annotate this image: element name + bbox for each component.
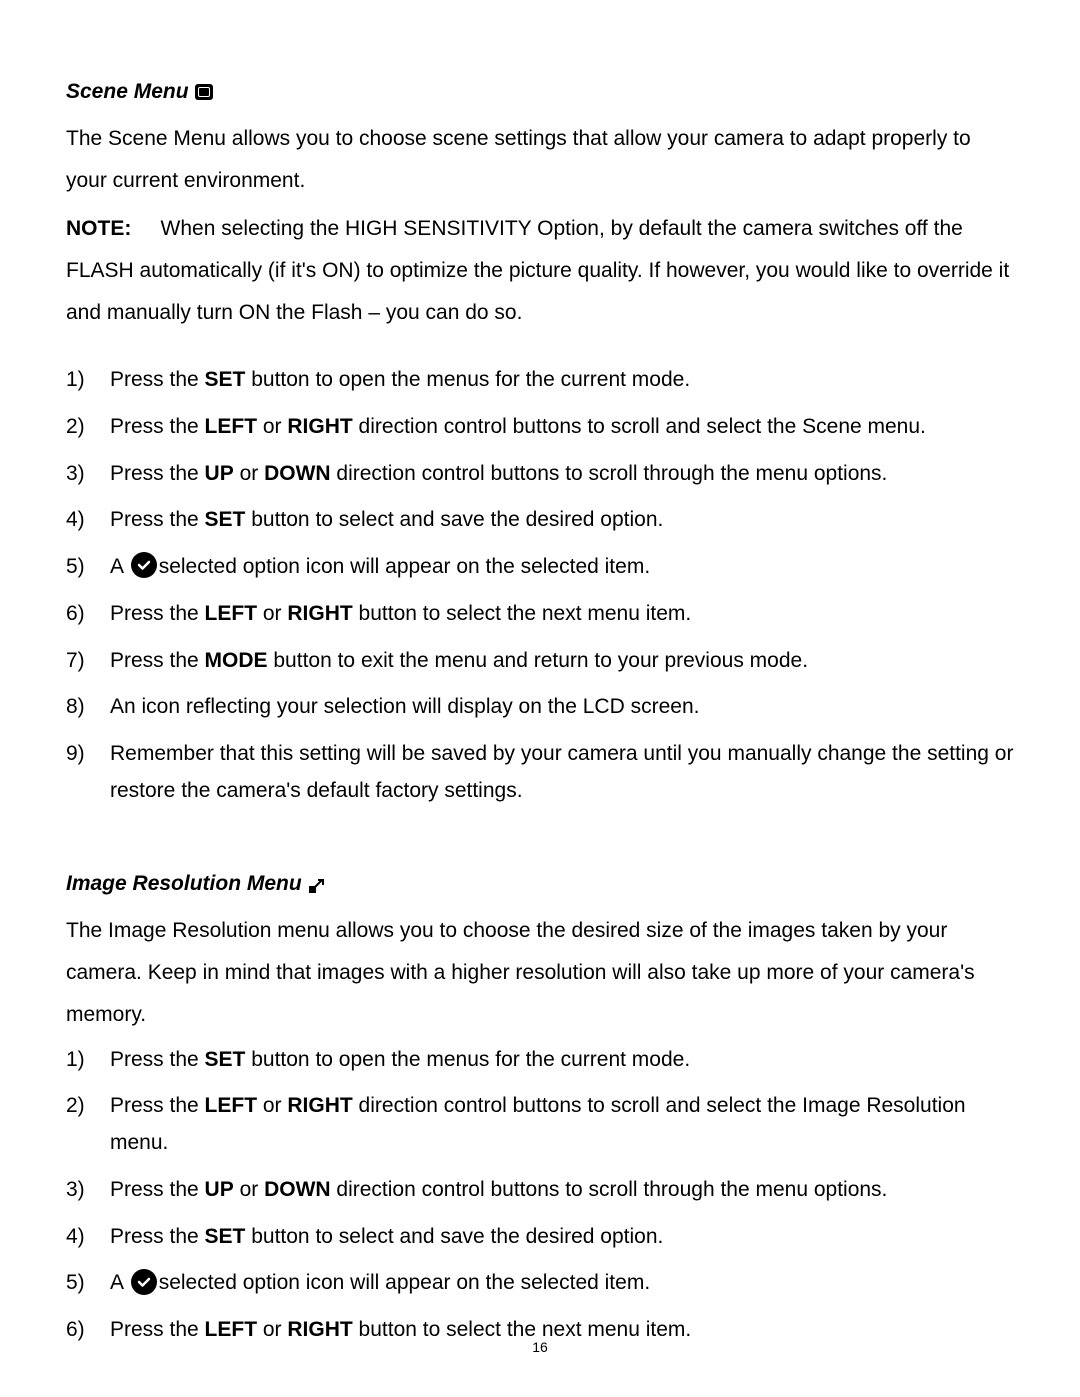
image-resolution-heading-text: Image Resolution Menu [66, 872, 302, 896]
list-content: Press the SET button to select and save … [110, 1219, 1014, 1256]
list-item: 5)A selected option icon will appear on … [66, 1265, 1014, 1302]
resolution-icon [308, 876, 326, 892]
list-item: 4)Press the SET button to select and sav… [66, 1219, 1014, 1256]
list-item: 5)A selected option icon will appear on … [66, 549, 1014, 586]
list-content: Press the LEFT or RIGHT direction contro… [110, 1088, 1014, 1162]
list-number: 3) [66, 456, 110, 493]
list-content: A selected option icon will appear on th… [110, 549, 1014, 586]
scene-menu-steps: 1)Press the SET button to open the menus… [66, 362, 1014, 810]
list-item: 7)Press the MODE button to exit the menu… [66, 643, 1014, 680]
list-content: A selected option icon will appear on th… [110, 1265, 1014, 1302]
list-number: 5) [66, 549, 110, 586]
list-content: Remember that this setting will be saved… [110, 736, 1014, 810]
list-number: 9) [66, 736, 110, 810]
list-number: 1) [66, 1042, 110, 1079]
list-item: 8)An icon reflecting your selection will… [66, 689, 1014, 726]
list-number: 1) [66, 362, 110, 399]
list-item: 4)Press the SET button to select and sav… [66, 502, 1014, 539]
note-text: When selecting the HIGH SENSITIVITY Opti… [66, 217, 1009, 324]
list-item: 1)Press the SET button to open the menus… [66, 362, 1014, 399]
scene-menu-note: NOTE: When selecting the HIGH SENSITIVIT… [66, 208, 1014, 334]
image-resolution-steps: 1)Press the SET button to open the menus… [66, 1042, 1014, 1349]
list-number: 5) [66, 1265, 110, 1302]
list-content: Press the SET button to select and save … [110, 502, 1014, 539]
list-number: 7) [66, 643, 110, 680]
list-content: Press the MODE button to exit the menu a… [110, 643, 1014, 680]
list-item: 1)Press the SET button to open the menus… [66, 1042, 1014, 1079]
list-content: An icon reflecting your selection will d… [110, 689, 1014, 726]
list-content: Press the SET button to open the menus f… [110, 362, 1014, 399]
list-number: 3) [66, 1172, 110, 1209]
scene-menu-heading-text: Scene Menu [66, 80, 189, 104]
list-content: Press the UP or DOWN direction control b… [110, 1172, 1014, 1209]
note-label: NOTE: [66, 217, 131, 240]
list-number: 8) [66, 689, 110, 726]
image-resolution-intro: The Image Resolution menu allows you to … [66, 910, 1014, 1036]
list-number: 4) [66, 502, 110, 539]
list-item: 3)Press the UP or DOWN direction control… [66, 456, 1014, 493]
list-number: 6) [66, 596, 110, 633]
list-content: Press the LEFT or RIGHT direction contro… [110, 409, 1014, 446]
list-item: 2)Press the LEFT or RIGHT direction cont… [66, 1088, 1014, 1162]
list-item: 9)Remember that this setting will be sav… [66, 736, 1014, 810]
scene-menu-intro: The Scene Menu allows you to choose scen… [66, 118, 1014, 202]
list-content: Press the UP or DOWN direction control b… [110, 456, 1014, 493]
scene-icon [195, 84, 213, 100]
list-item: 6)Press the LEFT or RIGHT button to sele… [66, 596, 1014, 633]
list-content: Press the LEFT or RIGHT button to select… [110, 596, 1014, 633]
page-number: 16 [66, 1339, 1014, 1355]
list-item: 2)Press the LEFT or RIGHT direction cont… [66, 409, 1014, 446]
checkmark-icon [131, 552, 157, 578]
checkmark-icon [131, 1269, 157, 1295]
image-resolution-heading: Image Resolution Menu [66, 872, 1014, 896]
scene-menu-heading: Scene Menu [66, 80, 1014, 104]
list-content: Press the SET button to open the menus f… [110, 1042, 1014, 1079]
list-item: 3)Press the UP or DOWN direction control… [66, 1172, 1014, 1209]
list-number: 2) [66, 409, 110, 446]
list-number: 4) [66, 1219, 110, 1256]
list-number: 2) [66, 1088, 110, 1162]
